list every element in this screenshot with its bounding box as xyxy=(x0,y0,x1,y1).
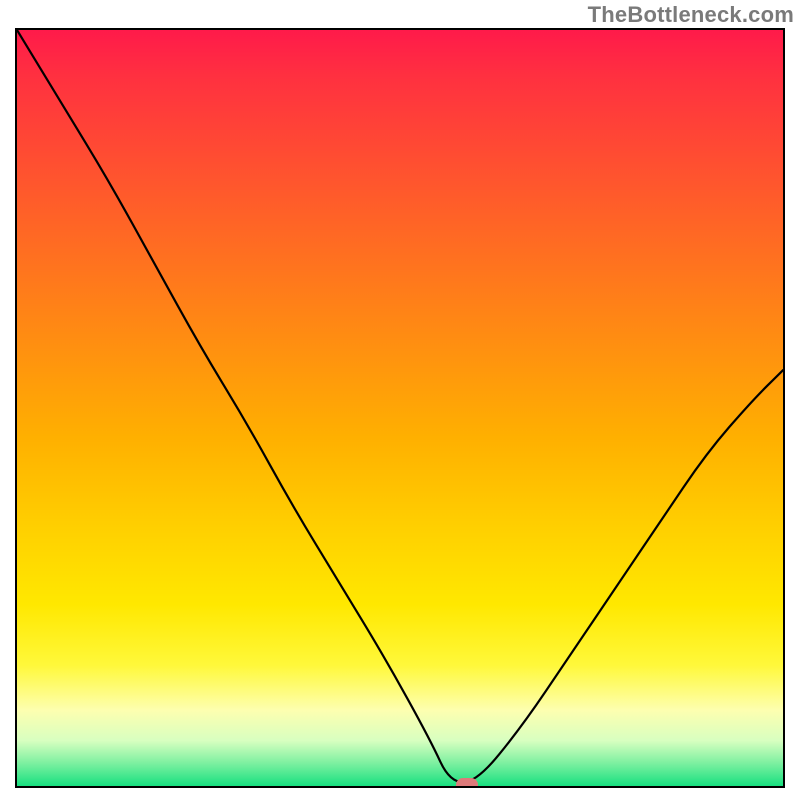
watermark-text: TheBottleneck.com xyxy=(588,2,794,28)
minimum-marker xyxy=(456,778,478,788)
plot-area xyxy=(15,28,785,788)
curve-path xyxy=(17,30,783,782)
chart-container: TheBottleneck.com xyxy=(0,0,800,800)
bottleneck-curve xyxy=(17,30,783,786)
